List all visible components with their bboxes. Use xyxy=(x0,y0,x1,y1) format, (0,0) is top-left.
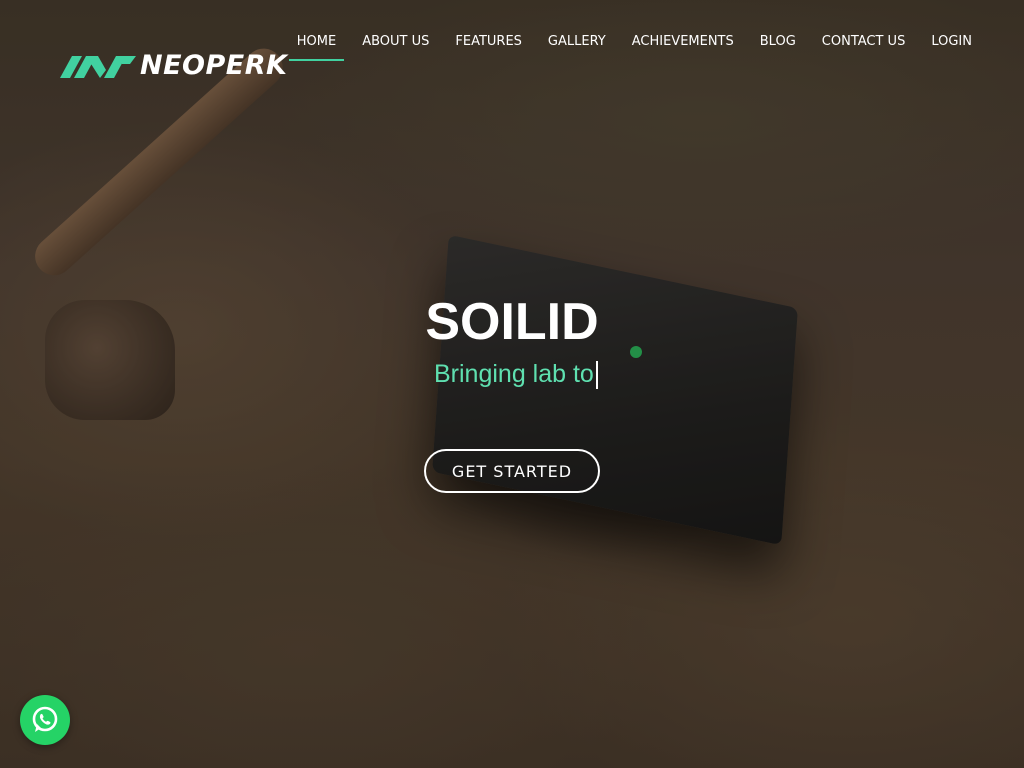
neoperk-logo-icon xyxy=(60,55,136,78)
site-header: NEOPERK HOME ABOUT US FEATURES GALLERY A… xyxy=(0,0,1024,100)
hero-subtitle-text: Bringing lab to xyxy=(434,360,594,388)
brand-name: NEOPERK xyxy=(140,50,288,81)
get-started-button[interactable]: GET STARTED xyxy=(424,449,600,493)
brand-logo[interactable]: NEOPERK xyxy=(60,50,287,81)
whatsapp-button[interactable] xyxy=(20,695,70,745)
nav-item-achievements[interactable]: ACHIEVEMENTS xyxy=(624,26,742,61)
nav-item-blog[interactable]: BLOG xyxy=(752,26,804,61)
nav-item-gallery[interactable]: GALLERY xyxy=(540,26,614,61)
typing-cursor xyxy=(595,360,598,389)
hero-subtitle: Bringing lab to xyxy=(434,360,598,389)
whatsapp-icon xyxy=(32,706,58,732)
nav-item-home[interactable]: HOME xyxy=(288,26,345,61)
nav-item-login[interactable]: LOGIN xyxy=(923,26,980,61)
nav-item-features[interactable]: FEATURES xyxy=(447,26,530,61)
nav-item-contact-us[interactable]: CONTACT US xyxy=(814,26,914,61)
nav-item-about-us[interactable]: ABOUT US xyxy=(354,26,437,61)
hero-title: SOILID xyxy=(425,293,599,351)
main-nav: HOME ABOUT US FEATURES GALLERY ACHIEVEME… xyxy=(279,26,980,61)
